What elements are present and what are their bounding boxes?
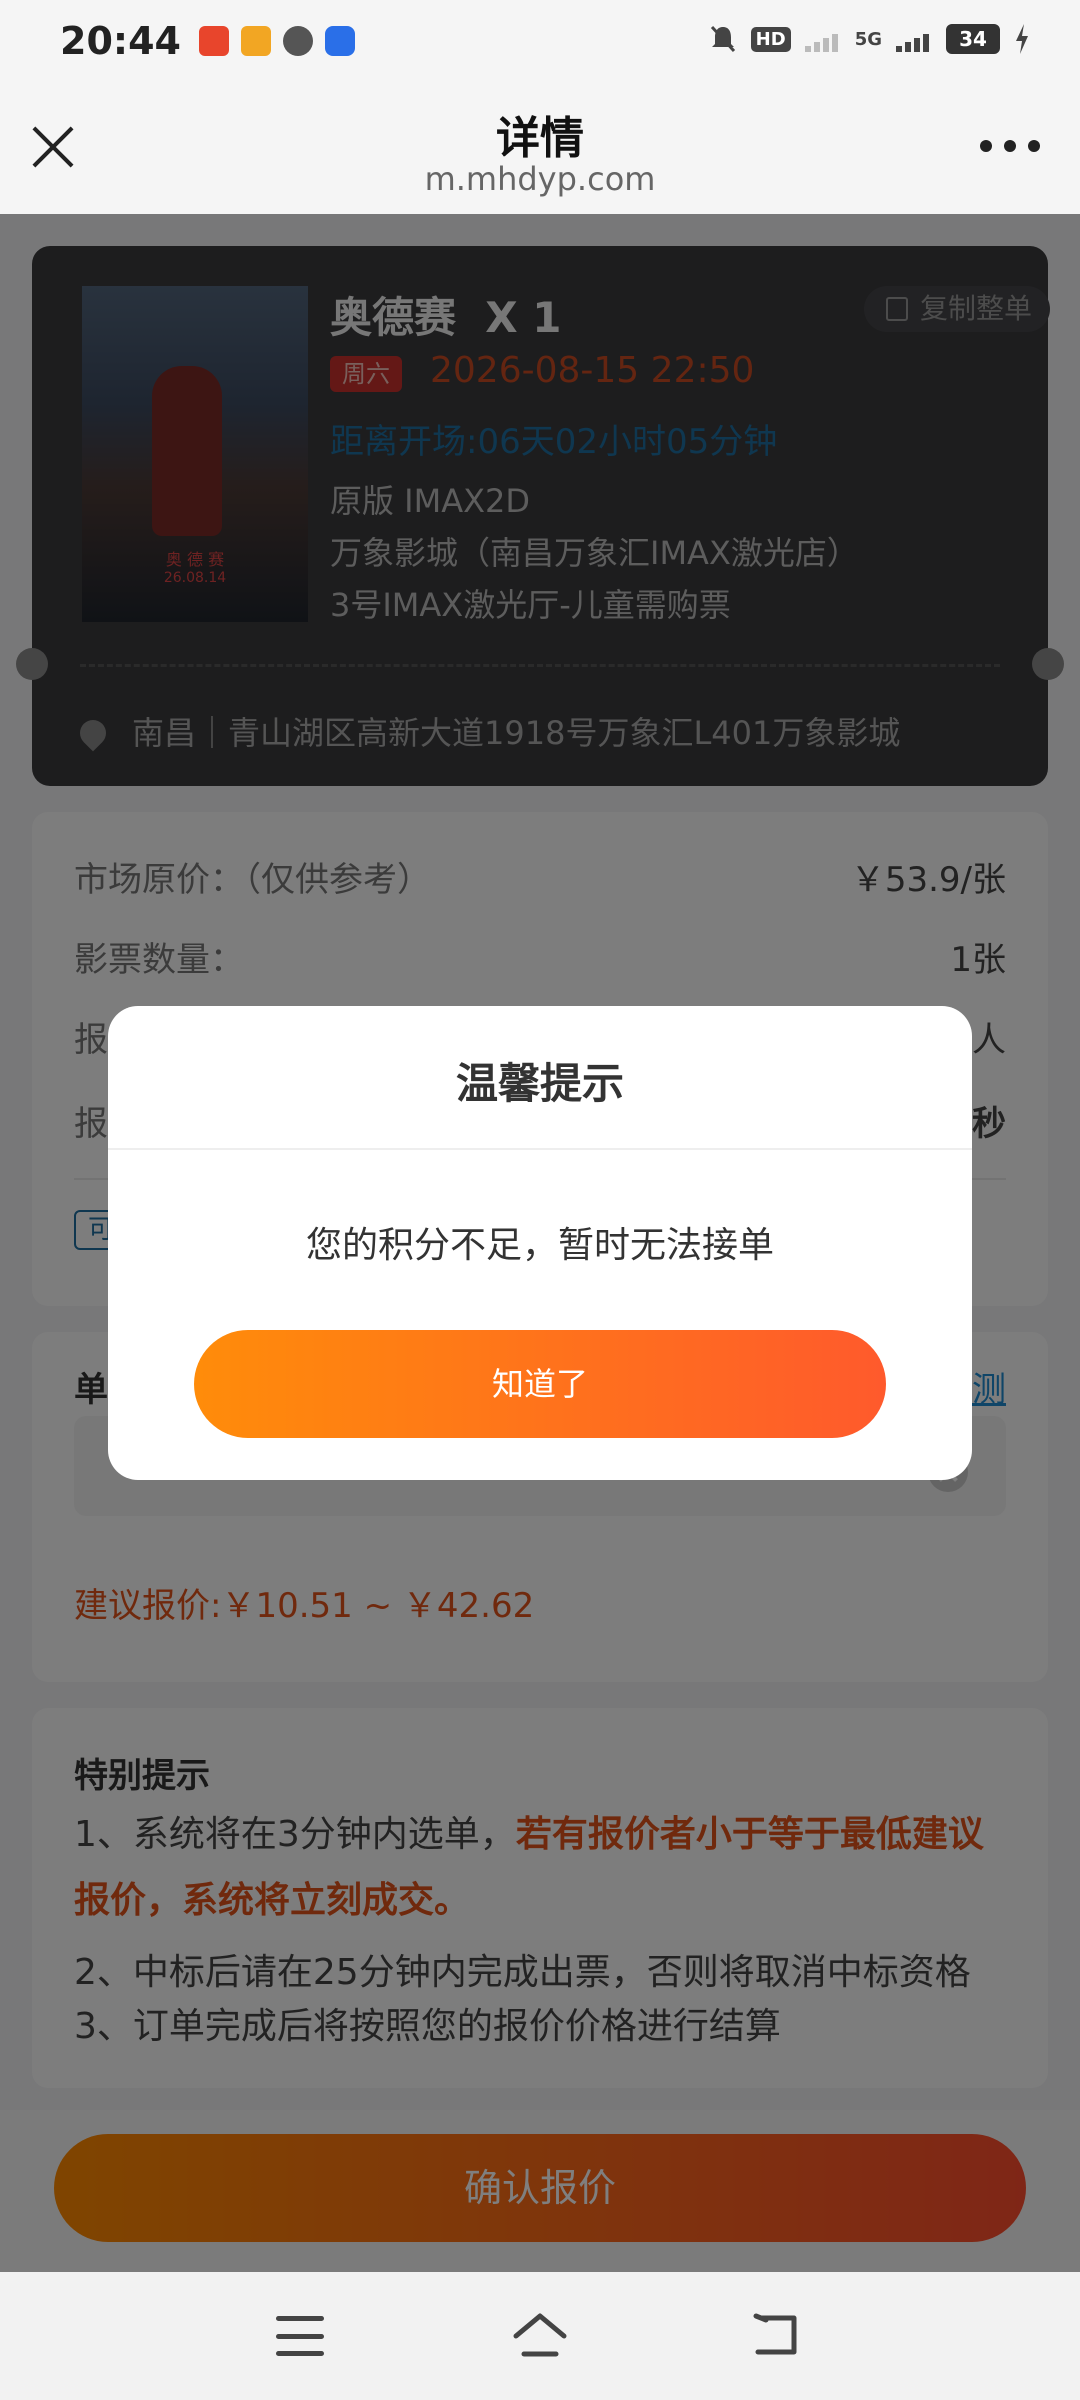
app-notification-icon (324, 26, 355, 56)
home-icon[interactable] (512, 2310, 568, 2358)
page-header: 详情 m.mhdyp.com (0, 82, 1080, 214)
charging-icon (1016, 24, 1028, 54)
mute-icon (710, 25, 735, 53)
system-nav-bar (0, 2272, 1080, 2400)
network-label: 5G (854, 28, 882, 50)
battery-icon: 34 (946, 24, 1000, 54)
hd-icon: HD (750, 26, 791, 52)
signal-icon (896, 34, 929, 52)
app-notification-icon (198, 26, 229, 56)
app-notification-icon (240, 26, 271, 56)
more-options-button[interactable] (980, 140, 1040, 154)
menu-icon[interactable] (276, 2316, 324, 2356)
status-bar: 20:44 HD 5G 34 (0, 0, 1080, 82)
page-url: m.mhdyp.com (424, 160, 656, 198)
dialog-message: 您的积分不足，暂时无法接单 (305, 1225, 774, 1266)
alert-dialog: 温馨提示 您的积分不足，暂时无法接单 知道了 (108, 1006, 972, 1480)
back-icon[interactable] (752, 2312, 804, 2358)
status-time: 20:44 (60, 19, 181, 63)
page-title: 详情 (496, 113, 584, 164)
dialog-ok-button[interactable]: 知道了 (194, 1330, 886, 1438)
dialog-title: 温馨提示 (455, 1059, 624, 1108)
signal-weak-icon (804, 34, 838, 52)
message-icon (282, 26, 313, 56)
